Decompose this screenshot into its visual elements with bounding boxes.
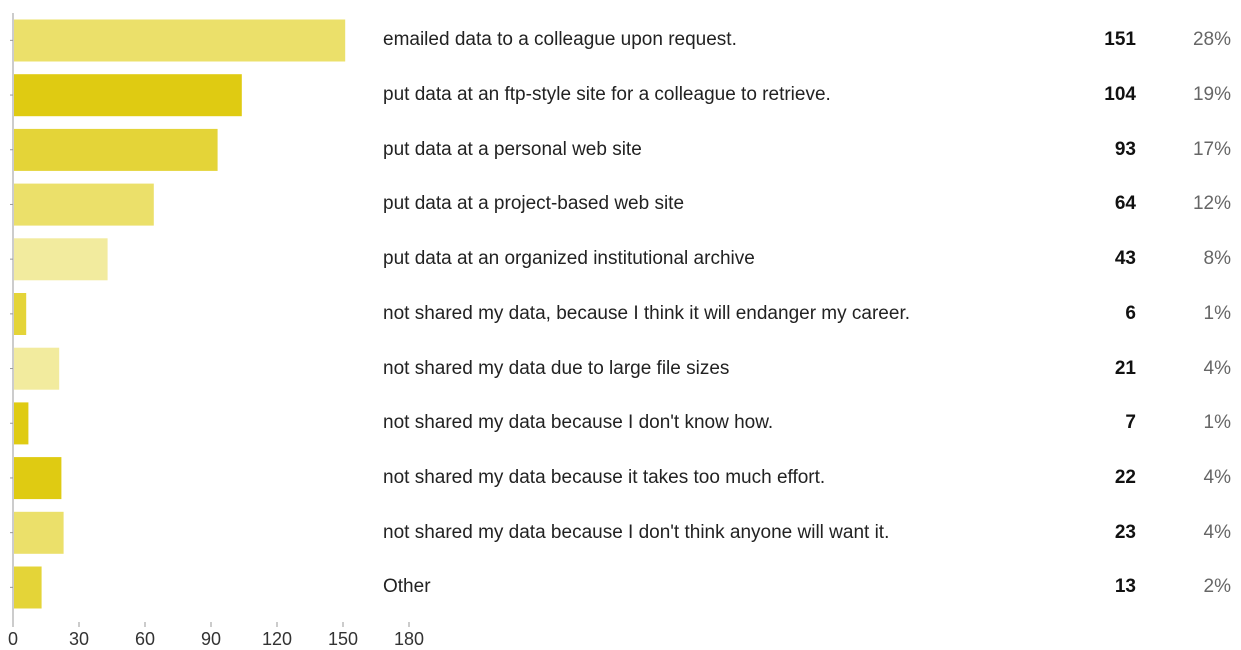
bars-group	[14, 19, 346, 609]
percent-label: 28%	[1192, 29, 1231, 51]
count-label: 64	[1114, 193, 1136, 215]
category-label: not shared my data, because I think it w…	[383, 302, 910, 324]
count-label: 151	[1104, 29, 1136, 51]
bar	[14, 74, 242, 117]
percent-label: 4%	[1203, 357, 1231, 379]
count-label: 6	[1125, 302, 1136, 324]
count-label: 23	[1114, 521, 1136, 543]
bar	[14, 293, 27, 335]
category-label: put data at a personal web site	[383, 138, 642, 160]
category-label: not shared my data due to large file siz…	[383, 357, 730, 379]
percent-label: 17%	[1192, 138, 1231, 160]
category-label: emailed data to a colleague upon request…	[383, 29, 737, 51]
bar	[14, 183, 154, 226]
x-tick-label: 90	[201, 629, 221, 649]
bar	[14, 511, 64, 554]
percent-label: 19%	[1192, 84, 1231, 106]
category-label: put data at an ftp-style site for a coll…	[383, 84, 831, 106]
x-tick-label: 180	[394, 629, 424, 649]
percent-label: 8%	[1203, 248, 1231, 270]
x-tick-label: 150	[328, 629, 358, 649]
category-label: not shared my data because it takes too …	[383, 466, 826, 488]
percent-label: 4%	[1203, 466, 1231, 488]
count-label: 93	[1114, 138, 1136, 160]
percent-label: 2%	[1203, 576, 1231, 598]
count-label: 43	[1114, 248, 1136, 270]
bar	[14, 128, 218, 171]
bar	[14, 566, 42, 609]
count-label: 22	[1114, 466, 1136, 488]
percent-label: 1%	[1203, 412, 1231, 434]
percent-label: 1%	[1203, 302, 1231, 324]
x-tick-label: 30	[69, 629, 89, 649]
percent-label: 12%	[1192, 193, 1231, 215]
bar	[14, 19, 346, 62]
bar	[14, 238, 108, 281]
x-tick-label: 0	[8, 629, 18, 649]
category-label: not shared my data because I don't know …	[383, 412, 774, 434]
percent-label: 4%	[1203, 521, 1231, 543]
category-label: not shared my data because I don't think…	[383, 521, 890, 543]
x-tick-label: 60	[135, 629, 155, 649]
bar	[14, 457, 62, 500]
count-label: 7	[1125, 412, 1136, 434]
category-label: put data at a project-based web site	[383, 193, 685, 215]
count-label: 13	[1114, 576, 1136, 598]
x-tick-label: 120	[262, 629, 292, 649]
bar	[14, 347, 60, 390]
category-label: Other	[383, 576, 431, 598]
bar	[14, 402, 29, 445]
count-label: 104	[1104, 84, 1136, 106]
count-label: 21	[1114, 357, 1136, 379]
category-label: put data at an organized institutional a…	[383, 248, 755, 270]
